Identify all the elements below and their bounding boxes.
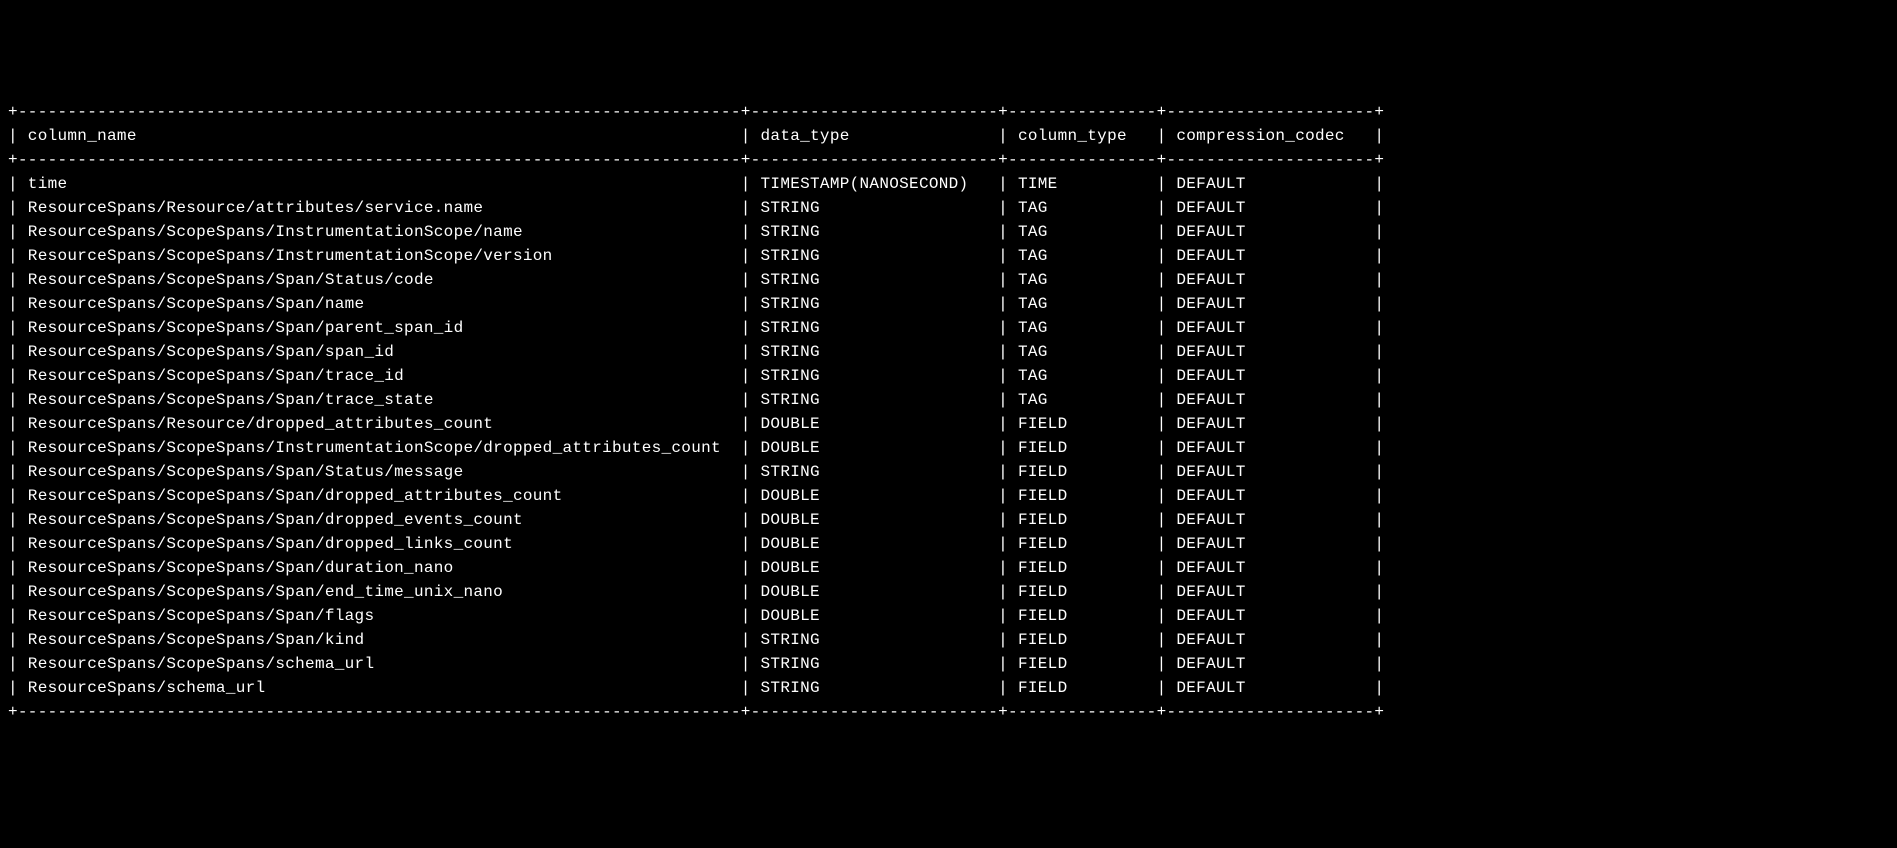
table-row: | ResourceSpans/ScopeSpans/schema_url | … — [8, 652, 1889, 676]
table-row: | time | TIMESTAMP(NANOSECOND) | TIME | … — [8, 172, 1889, 196]
table-row: | ResourceSpans/ScopeSpans/Span/Status/c… — [8, 268, 1889, 292]
table-row: | ResourceSpans/ScopeSpans/Instrumentati… — [8, 244, 1889, 268]
table-border: +---------------------------------------… — [8, 100, 1889, 124]
table-row: | ResourceSpans/ScopeSpans/Span/span_id … — [8, 340, 1889, 364]
table-row: | ResourceSpans/ScopeSpans/Span/dropped_… — [8, 532, 1889, 556]
table-row: | ResourceSpans/schema_url | STRING | FI… — [8, 676, 1889, 700]
table-row: | ResourceSpans/ScopeSpans/Instrumentati… — [8, 220, 1889, 244]
table-border: +---------------------------------------… — [8, 700, 1889, 724]
table-row: | ResourceSpans/Resource/dropped_attribu… — [8, 412, 1889, 436]
table-header-row: | column_name | data_type | column_type … — [8, 124, 1889, 148]
table-row: | ResourceSpans/ScopeSpans/Span/dropped_… — [8, 508, 1889, 532]
table-row: | ResourceSpans/ScopeSpans/Span/end_time… — [8, 580, 1889, 604]
table-row: | ResourceSpans/ScopeSpans/Span/kind | S… — [8, 628, 1889, 652]
table-border: +---------------------------------------… — [8, 148, 1889, 172]
table-row: | ResourceSpans/ScopeSpans/Span/trace_id… — [8, 364, 1889, 388]
table-row: | ResourceSpans/ScopeSpans/Span/Status/m… — [8, 460, 1889, 484]
table-row: | ResourceSpans/ScopeSpans/Span/dropped_… — [8, 484, 1889, 508]
table-row: | ResourceSpans/ScopeSpans/Span/flags | … — [8, 604, 1889, 628]
table-row: | ResourceSpans/ScopeSpans/Span/name | S… — [8, 292, 1889, 316]
table-row: | ResourceSpans/ScopeSpans/Span/parent_s… — [8, 316, 1889, 340]
table-row: | ResourceSpans/ScopeSpans/Span/trace_st… — [8, 388, 1889, 412]
table-row: | ResourceSpans/Resource/attributes/serv… — [8, 196, 1889, 220]
terminal-output: +---------------------------------------… — [8, 100, 1889, 724]
table-row: | ResourceSpans/ScopeSpans/Span/duration… — [8, 556, 1889, 580]
table-row: | ResourceSpans/ScopeSpans/Instrumentati… — [8, 436, 1889, 460]
